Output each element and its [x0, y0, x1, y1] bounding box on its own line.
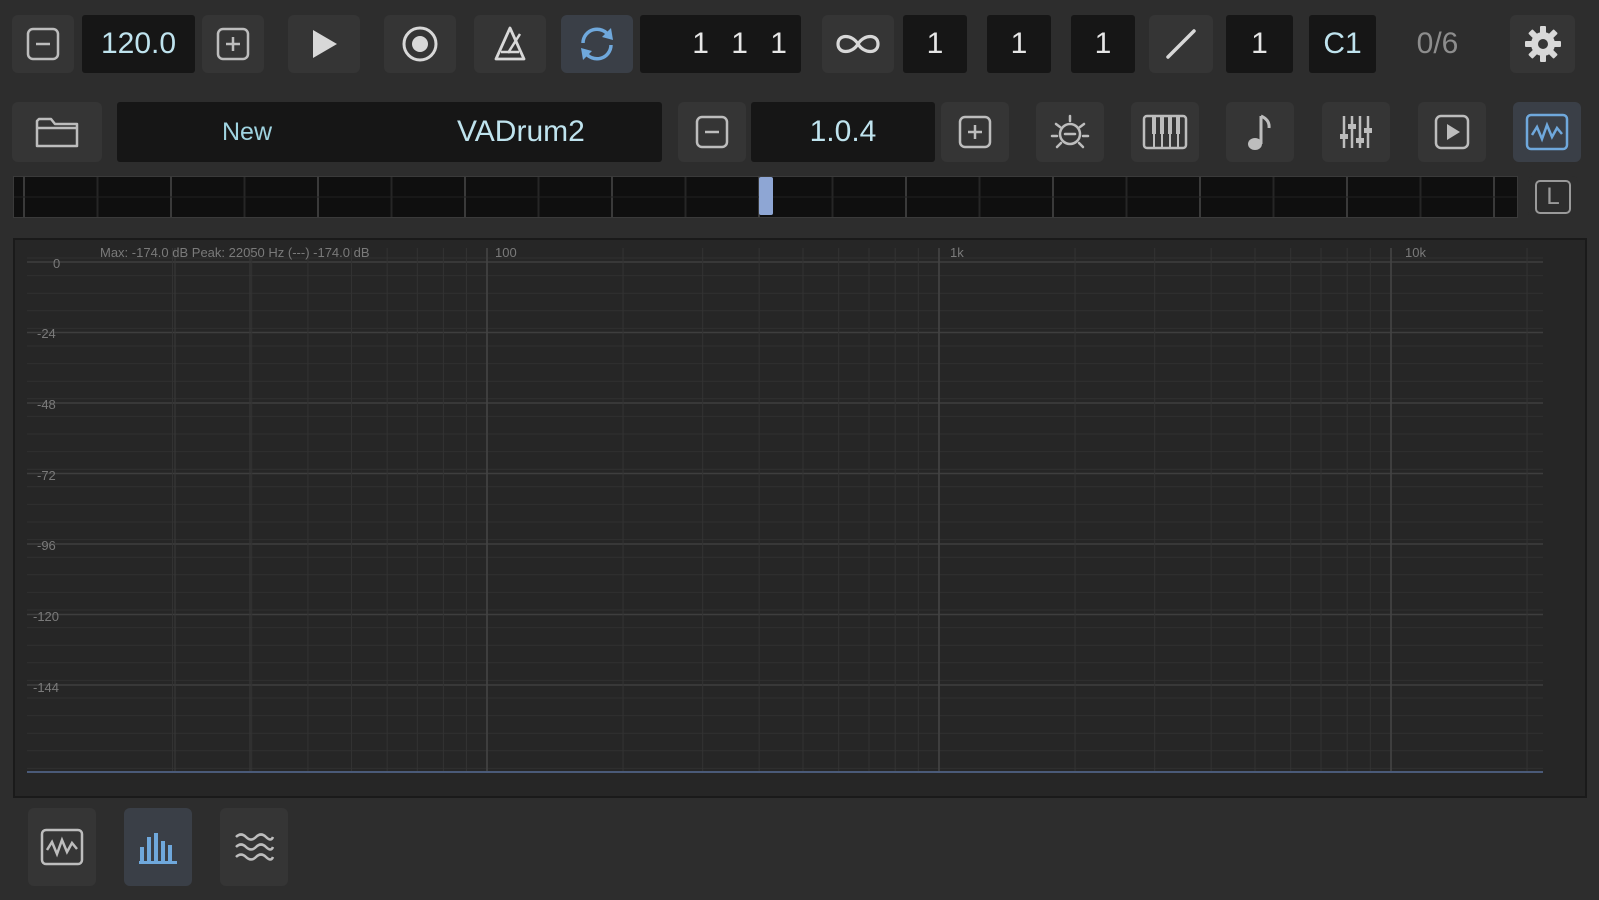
plus-box-icon: [958, 115, 992, 149]
mixer-button[interactable]: [1322, 102, 1390, 162]
mixer-sliders-icon: [1340, 116, 1372, 148]
y-label-0: 0: [53, 256, 61, 271]
x-label-1k: 1k: [950, 245, 964, 260]
minus-box-icon: [26, 27, 60, 61]
y-label-144: -144: [33, 680, 60, 695]
lock-button[interactable]: L: [1528, 176, 1578, 218]
slash-icon: [1166, 29, 1196, 59]
y-label-24: -24: [37, 326, 56, 341]
loop-mid-value: 1: [1010, 27, 1028, 60]
version-field[interactable]: 1.0.4: [751, 102, 935, 162]
waveform-box-icon: [1525, 113, 1569, 151]
version-decrement-button[interactable]: [678, 102, 746, 162]
loop-end-value: 1: [1094, 27, 1112, 60]
playhead-handle[interactable]: [759, 177, 773, 215]
timeline-scrubber[interactable]: [13, 176, 1518, 218]
infinity-icon: [836, 34, 880, 54]
scope-view-button[interactable]: [1513, 102, 1581, 162]
play-icon: [313, 30, 337, 58]
loop-toggle-button[interactable]: [561, 15, 633, 73]
tab-waterfall[interactable]: [220, 808, 288, 886]
loop-end-field[interactable]: 1: [1071, 15, 1135, 73]
tab-spectrum[interactable]: [124, 808, 192, 886]
tempo-increment-button[interactable]: [202, 15, 264, 73]
keyboard-button[interactable]: [1131, 102, 1199, 162]
y-label-72: -72: [37, 468, 56, 483]
y-label-120: -120: [33, 609, 60, 624]
bug-icon: [1050, 114, 1090, 149]
loop-start-value: 1: [926, 27, 944, 60]
metronome-button[interactable]: [474, 15, 546, 73]
loop-start-field[interactable]: 1: [903, 15, 967, 73]
play-button[interactable]: [288, 15, 360, 73]
effects-button[interactable]: [1036, 102, 1104, 162]
waveform-box-icon: [40, 828, 84, 866]
step-value: 1: [1251, 27, 1268, 60]
folder-icon: [35, 117, 79, 148]
version-value: 1.0.4: [809, 115, 877, 148]
y-label-96: -96: [37, 538, 56, 553]
tempo-value: 120.0: [100, 27, 177, 60]
position-value: 1 1 1: [692, 27, 787, 60]
loop-icon: [581, 27, 613, 61]
infinite-loop-button[interactable]: [822, 15, 894, 73]
draw-tool-button[interactable]: [1149, 15, 1213, 73]
counter-value: 0/6: [1416, 27, 1459, 60]
record-icon: [402, 26, 438, 62]
lock-label: L: [1546, 183, 1560, 210]
settings-button[interactable]: [1510, 15, 1575, 73]
position-field[interactable]: 1 1 1: [640, 15, 801, 73]
clip-player-button[interactable]: [1418, 102, 1486, 162]
counter-display: 0/6: [1400, 15, 1475, 73]
record-button[interactable]: [384, 15, 456, 73]
tempo-field[interactable]: 120.0: [82, 15, 195, 73]
spectrum-analyzer: Max: -174.0 dB Peak: 22050 Hz (---) -174…: [13, 238, 1587, 798]
note-value: C1: [1323, 27, 1362, 60]
plus-box-icon: [216, 27, 250, 61]
spectrum-info: Max: -174.0 dB Peak: 22050 Hz (---) -174…: [100, 245, 370, 260]
step-field[interactable]: 1: [1226, 15, 1293, 73]
music-note-icon: [1248, 114, 1271, 150]
piano-keys-icon: [1142, 114, 1188, 150]
project-name-field[interactable]: New VADrum2: [117, 102, 662, 162]
gear-icon: [1524, 26, 1561, 62]
y-label-48: -48: [37, 397, 56, 412]
project-name-left: New: [222, 117, 273, 146]
project-name-right: VADrum2: [457, 115, 585, 148]
note-button[interactable]: [1226, 102, 1294, 162]
x-label-10k: 10k: [1405, 245, 1426, 260]
version-increment-button[interactable]: [941, 102, 1009, 162]
note-field[interactable]: C1: [1309, 15, 1376, 73]
minus-box-icon: [695, 115, 729, 149]
play-box-icon: [1434, 114, 1470, 150]
tempo-decrement-button[interactable]: [12, 15, 74, 73]
waves-icon: [235, 833, 275, 861]
loop-mid-field[interactable]: 1: [987, 15, 1051, 73]
tab-oscilloscope[interactable]: [28, 808, 96, 886]
open-project-button[interactable]: [12, 102, 102, 162]
bar-spectrum-icon: [139, 833, 177, 864]
metronome-icon: [494, 26, 526, 61]
x-label-100: 100: [495, 245, 517, 260]
